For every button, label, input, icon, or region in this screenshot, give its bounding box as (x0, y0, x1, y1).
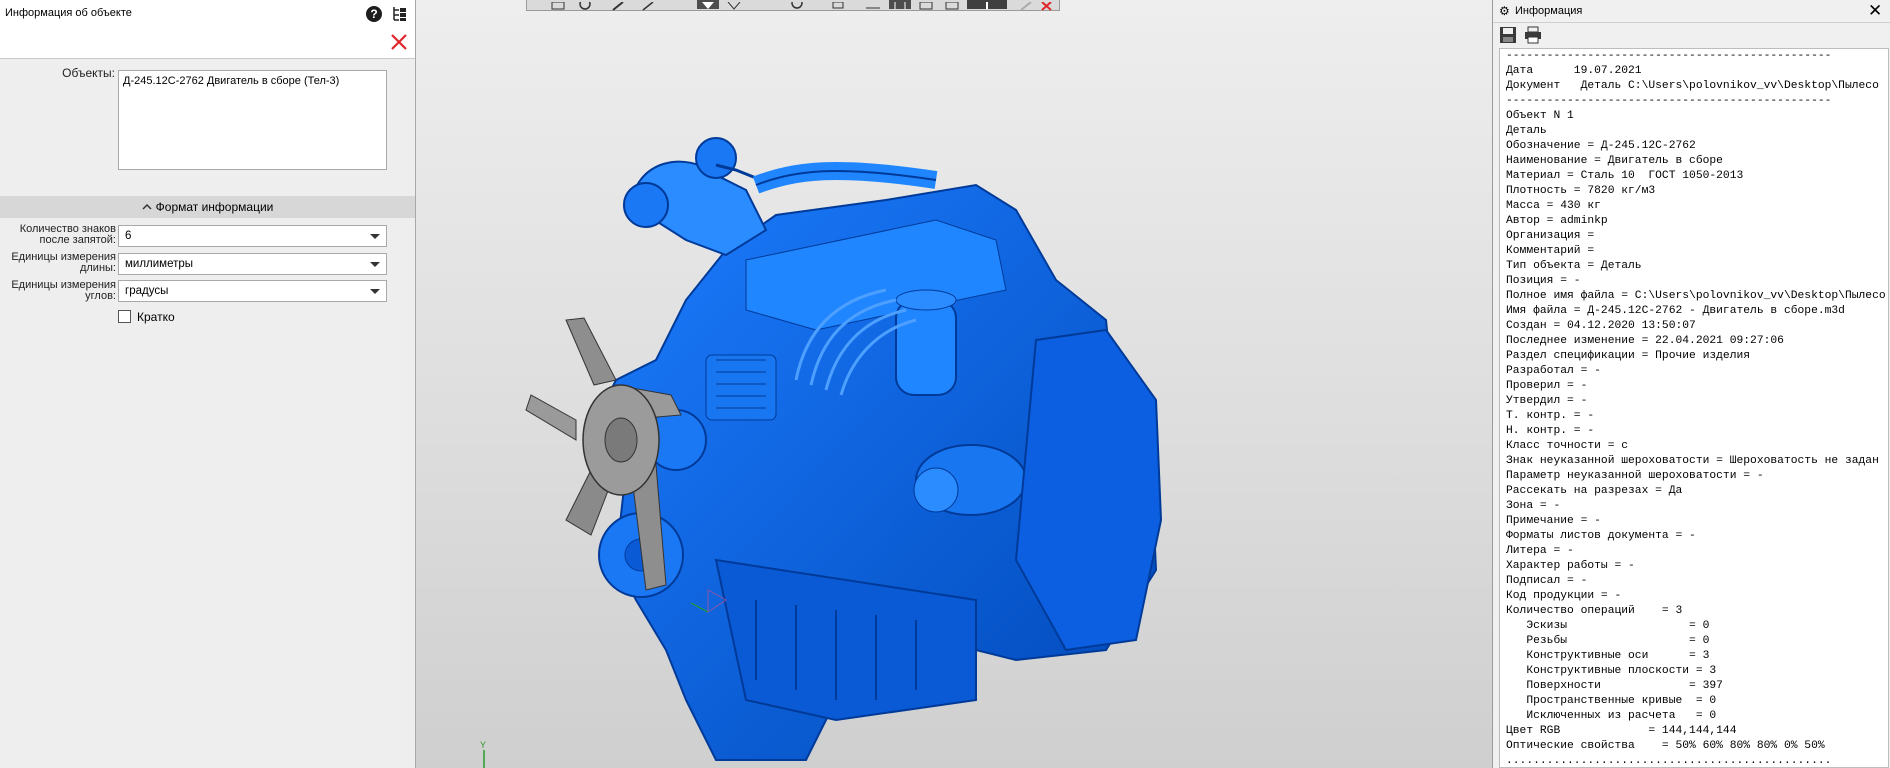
decimal-places-label: Количество знаков после запятой: (19, 223, 116, 246)
info-line: Дата 19.07.2021 (1506, 65, 1642, 77)
info-line: Рассекать на разрезах = Да (1506, 485, 1683, 497)
info-line: Документ Деталь C:\Users\polovnikov_vv\D… (1506, 80, 1879, 92)
info-line: Обозначение = Д-245.12С-2762 (1506, 140, 1696, 152)
info-panel: ⚙ Информация ✕ -------------------------… (1492, 0, 1890, 768)
info-line: Конструктивные оси = 3 (1506, 650, 1710, 662)
info-line: Комментарий = (1506, 245, 1595, 257)
engine-model[interactable]: Y (416, 0, 1492, 768)
chevron-down-icon (370, 234, 380, 239)
panel-title: Информация об объекте (5, 7, 132, 19)
info-line: Автор = adminkp (1506, 215, 1608, 227)
info-line: Цвет RGB = 144,144,144 (1506, 725, 1737, 737)
info-line: Форматы листов документа = - (1506, 530, 1696, 542)
length-units-select[interactable]: миллиметры (118, 253, 387, 275)
info-line: Исключенных из расчета = 0 (1506, 710, 1717, 722)
info-panel-titlebar: ⚙ Информация ✕ (1493, 0, 1890, 23)
help-icon[interactable]: ? (365, 5, 383, 23)
info-line: Н. контр. = - (1506, 425, 1595, 437)
3d-viewport[interactable]: Y (416, 0, 1492, 768)
object-item[interactable]: Д-245.12С-2762 Двигатель в сборе (Тел-3) (123, 75, 339, 87)
format-section-header[interactable]: Формат информации (0, 196, 415, 218)
info-line: Оптические свойства = 50% 60% 80% 80% 0%… (1506, 740, 1825, 752)
svg-text:Y: Y (480, 740, 486, 750)
info-line: Резьбы = 0 (1506, 635, 1710, 647)
info-line: Поверхности = 397 (1506, 680, 1723, 692)
length-units-value: миллиметры (125, 258, 194, 270)
decimal-places-value: 6 (125, 230, 132, 242)
decimal-places-select[interactable]: 6 (118, 225, 387, 247)
info-line: Разработал = - (1506, 365, 1601, 377)
info-line: Тип объекта = Деталь (1506, 260, 1642, 272)
info-line: Деталь (1506, 125, 1547, 137)
info-line: Пространственные кривые = 0 (1506, 695, 1717, 707)
info-line: Подписал = - (1506, 575, 1588, 587)
angle-units-label: Единицы измерения углов: (11, 279, 116, 302)
gear-icon[interactable]: ⚙ (1499, 4, 1510, 18)
info-line: Объект N 1 (1506, 110, 1574, 122)
close-icon[interactable] (390, 33, 408, 51)
chevron-down-icon (370, 262, 380, 267)
info-line: Материал = Сталь 10 ГОСТ 1050-2013 (1506, 170, 1744, 182)
close-icon[interactable]: ✕ (1868, 1, 1882, 21)
format-section-title: Формат информации (155, 200, 274, 214)
info-line: Примечание = - (1506, 515, 1601, 527)
chevron-down-icon (370, 289, 380, 294)
tree-view-icon[interactable] (391, 5, 409, 23)
info-line: Знак неуказанной шероховатости = Шерохов… (1506, 455, 1879, 467)
info-line: Количество операций = 3 (1506, 605, 1683, 617)
info-line: Характер работы = - (1506, 560, 1635, 572)
info-line: Позиция = - (1506, 275, 1581, 287)
info-line: Организация = (1506, 230, 1595, 242)
info-line: Эскизы = 0 (1506, 620, 1710, 632)
info-line: Наименование = Двигатель в сборе (1506, 155, 1723, 167)
info-line: Масса = 430 кг (1506, 200, 1601, 212)
info-text-area[interactable]: ----------------------------------------… (1499, 48, 1889, 768)
save-icon[interactable] (1499, 26, 1517, 44)
info-line: Имя файла = Д-245.12С-2762 - Двигатель в… (1506, 305, 1845, 317)
brief-label: Кратко (137, 310, 175, 324)
info-line: Параметр неуказанной шероховатости = - (1506, 470, 1764, 482)
info-line: Плотность = 7820 кг/м3 (1506, 185, 1656, 197)
axis-indicator: Y (480, 740, 486, 768)
info-toolbar (1493, 23, 1890, 48)
info-line: Создан = 04.12.2020 13:50:07 (1506, 320, 1696, 332)
info-line: Проверил = - (1506, 380, 1588, 392)
info-line: Последнее изменение = 22.04.2021 09:27:0… (1506, 335, 1784, 347)
info-line: Конструктивные плоскости = 3 (1506, 665, 1717, 677)
info-line: Литера = - (1506, 545, 1574, 557)
info-line: Класс точности = с (1506, 440, 1629, 452)
info-line: ----------------------------------------… (1506, 50, 1832, 62)
chevron-up-icon (142, 196, 152, 218)
length-units-label: Единицы измерения длины: (11, 251, 116, 274)
objects-label: Объекты: (62, 66, 115, 80)
info-lines: ----------------------------------------… (1500, 49, 1888, 767)
object-info-panel: Информация об объекте ? Объекты: Д-245.1… (0, 0, 416, 768)
info-line: Утвердил = - (1506, 395, 1588, 407)
brief-checkbox[interactable] (118, 310, 131, 323)
angle-units-value: градусы (125, 285, 169, 297)
print-icon[interactable] (1524, 26, 1542, 44)
info-line: Раздел спецификации = Прочие изделия (1506, 350, 1751, 362)
angle-units-select[interactable]: градусы (118, 280, 387, 302)
objects-list[interactable]: Д-245.12С-2762 Двигатель в сборе (Тел-3) (118, 70, 387, 170)
info-line: Код продукции = - (1506, 590, 1622, 602)
info-line: ----------------------------------------… (1506, 95, 1832, 107)
info-line: Зона = - (1506, 500, 1561, 512)
info-line: Т. контр. = - (1506, 410, 1595, 422)
panel-header: Информация об объекте ? (0, 0, 415, 59)
info-panel-title: Информация (1515, 5, 1583, 17)
info-line: ........................................… (1506, 755, 1832, 767)
info-line: Полное имя файла = C:\Users\polovnikov_v… (1506, 290, 1886, 302)
